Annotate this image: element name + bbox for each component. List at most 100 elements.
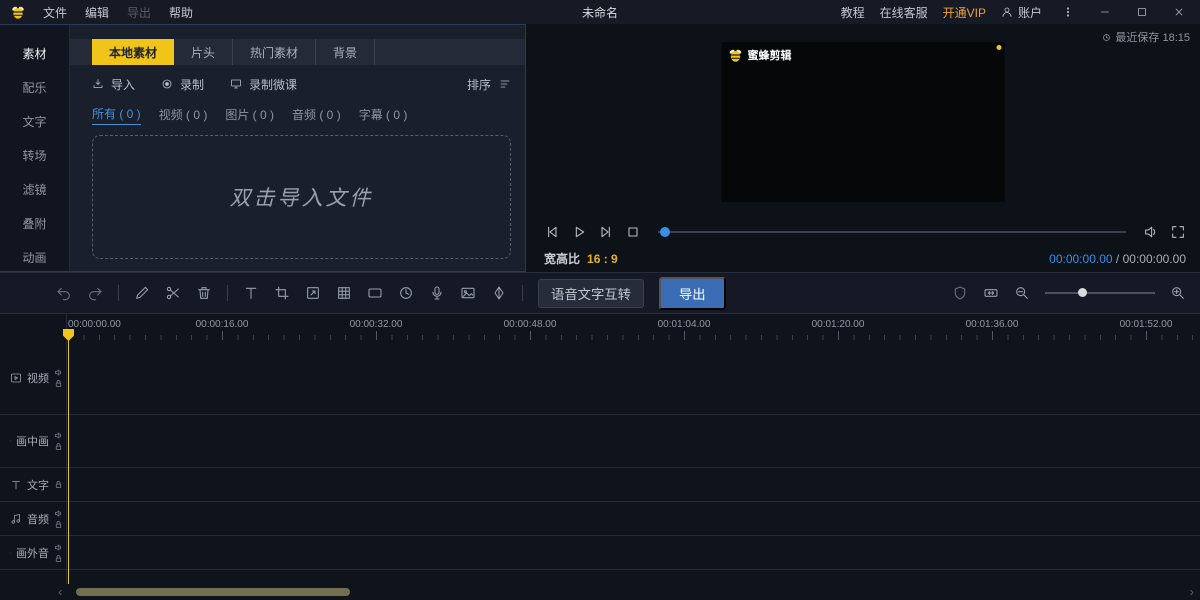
redo-button[interactable] <box>87 285 103 301</box>
seek-knob[interactable] <box>660 227 670 237</box>
text-tool-button[interactable] <box>243 285 259 301</box>
crop-button[interactable] <box>274 285 290 301</box>
delete-button[interactable] <box>196 285 212 301</box>
record-button[interactable]: 录制 <box>161 76 204 93</box>
timeline-zoom-in-button[interactable] <box>1170 285 1186 301</box>
record-label: 录制 <box>180 76 204 93</box>
fit-timeline-button[interactable] <box>983 285 999 301</box>
timeline-zoom-out-button[interactable] <box>1014 285 1030 301</box>
sidebar-item-text[interactable]: 文字 <box>0 105 69 139</box>
aspect-ratio-value[interactable]: 16 : 9 <box>587 252 618 266</box>
toolbar-divider <box>227 285 228 301</box>
close-icon[interactable] <box>1168 6 1190 18</box>
app-logo-bee-icon <box>10 4 26 20</box>
canvas-handle[interactable] <box>997 45 1002 50</box>
track-head-pip: 画中画 <box>0 431 66 451</box>
timeline-zoom-slider[interactable] <box>1045 292 1155 294</box>
voiceover-button[interactable] <box>429 285 445 301</box>
sidebar-item-music[interactable]: 配乐 <box>0 71 69 105</box>
aspect-ratio-label: 宽高比 <box>544 250 580 267</box>
track-lane-video[interactable] <box>66 342 1200 414</box>
filter-videos[interactable]: 视频 ( 0 ) <box>159 106 208 125</box>
timeline-hscrollbar[interactable] <box>0 584 1200 600</box>
lock-icon[interactable] <box>54 554 63 563</box>
minimize-icon[interactable] <box>1094 6 1116 18</box>
voice-text-convert-button[interactable]: 语音文字互转 <box>538 279 644 308</box>
track-lane-text[interactable] <box>66 468 1200 501</box>
zoom-clip-button[interactable] <box>305 285 321 301</box>
annotation-button[interactable] <box>491 285 507 301</box>
sidebar-item-animations[interactable]: 动画 <box>0 241 69 275</box>
menu-export[interactable]: 导出 <box>118 4 160 21</box>
duration-button[interactable] <box>398 285 414 301</box>
split-button[interactable] <box>165 285 181 301</box>
toolbar-divider <box>118 285 119 301</box>
track-label: 画中画 <box>16 433 49 449</box>
menu-help[interactable]: 帮助 <box>160 4 202 21</box>
seek-bar[interactable] <box>658 231 1126 233</box>
mute-icon[interactable] <box>54 509 63 518</box>
menu-edit[interactable]: 编辑 <box>76 4 118 21</box>
import-button[interactable]: 导入 <box>92 76 135 93</box>
track-lane-voiceover[interactable] <box>66 536 1200 569</box>
frame-button[interactable] <box>367 285 383 301</box>
sidebar-item-materials[interactable]: 素材 <box>0 37 69 71</box>
tab-hot-materials[interactable]: 热门素材 <box>233 39 316 65</box>
mute-icon[interactable] <box>54 431 63 440</box>
volume-button[interactable] <box>1143 224 1159 240</box>
previous-frame-button[interactable] <box>544 224 560 240</box>
tab-backgrounds[interactable]: 背景 <box>316 39 375 65</box>
lock-icon[interactable] <box>54 480 63 489</box>
filter-images[interactable]: 图片 ( 0 ) <box>225 106 274 125</box>
mute-icon[interactable] <box>54 368 63 377</box>
ruler-label: 00:00:48.00 <box>504 319 557 330</box>
export-button[interactable]: 导出 <box>659 277 726 310</box>
tab-intros[interactable]: 片头 <box>174 39 233 65</box>
scroll-left-icon[interactable] <box>56 588 65 597</box>
video-canvas[interactable]: 蜜蜂剪辑 <box>722 42 1005 202</box>
undo-button[interactable] <box>56 285 72 301</box>
filter-subtitles[interactable]: 字幕 ( 0 ) <box>359 106 408 125</box>
track-lane-audio[interactable] <box>66 502 1200 535</box>
scrollbar-thumb[interactable] <box>76 588 350 596</box>
more-menu-icon[interactable] <box>1057 6 1079 18</box>
mosaic-button[interactable] <box>336 285 352 301</box>
maximize-icon[interactable] <box>1131 6 1153 18</box>
media-panel: 素材 配乐 文字 转场 滤镜 叠附 动画 本地素材 片头 热门素材 背景 <box>0 24 526 272</box>
timeline-zoom-knob[interactable] <box>1078 288 1087 297</box>
edit-clip-button[interactable] <box>134 285 150 301</box>
support-link[interactable]: 在线客服 <box>880 4 928 21</box>
lock-icon[interactable] <box>54 442 63 451</box>
lock-icon[interactable] <box>54 379 63 388</box>
account-button[interactable]: 账户 <box>1001 4 1042 21</box>
autosave-status: 最近保存 18:15 <box>1102 29 1190 45</box>
filter-audio[interactable]: 音频 ( 0 ) <box>292 106 341 125</box>
vip-link[interactable]: 开通VIP <box>943 4 986 21</box>
track-flags <box>54 368 63 388</box>
snapshot-button[interactable] <box>460 285 476 301</box>
play-button[interactable] <box>571 224 587 240</box>
watermark-label: 蜜蜂剪辑 <box>748 47 792 63</box>
menu-file[interactable]: 文件 <box>34 4 76 21</box>
import-icon <box>92 78 104 90</box>
lock-icon[interactable] <box>54 520 63 529</box>
track-lane-pip[interactable] <box>66 415 1200 467</box>
next-frame-button[interactable] <box>598 224 614 240</box>
scroll-right-icon[interactable] <box>1187 588 1196 597</box>
import-dropzone[interactable]: 双击导入文件 <box>92 135 511 259</box>
sidebar-item-transitions[interactable]: 转场 <box>0 139 69 173</box>
sidebar-item-filters[interactable]: 滤镜 <box>0 173 69 207</box>
playhead[interactable] <box>68 340 69 584</box>
tab-local-materials[interactable]: 本地素材 <box>92 39 174 65</box>
sort-button[interactable]: 排序 <box>467 76 511 93</box>
stop-button[interactable] <box>625 224 641 240</box>
track-label: 画外音 <box>16 545 49 561</box>
filter-all[interactable]: 所有 ( 0 ) <box>92 105 141 125</box>
tutorial-link[interactable]: 教程 <box>841 4 865 21</box>
mute-icon[interactable] <box>54 543 63 552</box>
fullscreen-button[interactable] <box>1170 224 1186 240</box>
timeline-ruler[interactable]: 00:00:00.00 00:00:16.00 00:00:32.00 00:0… <box>0 314 1200 342</box>
record-lesson-button[interactable]: 录制微课 <box>230 76 297 93</box>
shield-icon[interactable] <box>952 285 968 301</box>
sidebar-item-overlays[interactable]: 叠附 <box>0 207 69 241</box>
